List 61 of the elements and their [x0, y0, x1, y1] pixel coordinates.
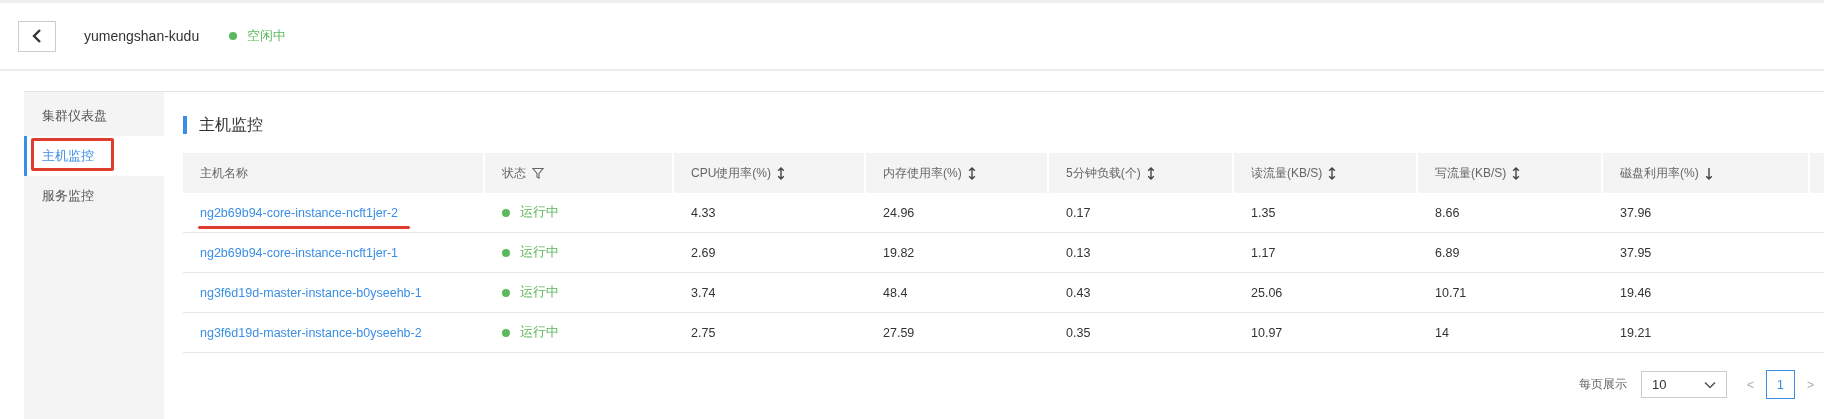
table-cell: 37.95	[1620, 245, 1652, 260]
cluster-name: yumengshan-kudu	[84, 28, 200, 44]
table-cell: 24.96	[883, 205, 915, 220]
column-header: 状态	[502, 164, 526, 182]
table-cell: 37.96	[1620, 205, 1652, 220]
table-cell: 10.71	[1435, 285, 1467, 300]
table-cell: 27.59	[883, 325, 915, 340]
status-label: 运行中	[520, 284, 559, 301]
sidebar-item[interactable]: 集群仪表盘	[24, 96, 164, 136]
table-cell: 1.17	[1251, 245, 1276, 260]
page-size-label: 每页展示	[1578, 376, 1627, 393]
filter-icon[interactable]	[532, 167, 544, 179]
column-header: 读流量(KB/S)	[1251, 164, 1323, 182]
table-cell: 8.66	[1435, 205, 1460, 220]
column-header: 写流量(KB/S)	[1435, 164, 1507, 182]
table-cell: 2.69	[691, 245, 716, 260]
column-header: 主机名称	[200, 164, 248, 182]
table-cell: 19.21	[1620, 325, 1652, 340]
sort-icon[interactable]	[1512, 166, 1521, 180]
status-label: 运行中	[520, 204, 559, 221]
table-cell: 14	[1435, 325, 1449, 340]
sort-icon[interactable]	[777, 166, 785, 180]
back-button[interactable]	[18, 20, 56, 52]
status-label: 运行中	[520, 244, 559, 261]
chevron-down-icon	[1703, 380, 1716, 389]
table-cell: 48.4	[883, 285, 908, 300]
table-cell: 1.35	[1251, 205, 1276, 220]
table-cell: 19.46	[1620, 285, 1652, 300]
previous-page-button[interactable]: <	[1742, 377, 1758, 392]
sidebar-item[interactable]: 主机监控	[24, 136, 164, 176]
table-cell: 0.17	[1066, 205, 1091, 220]
page-size-select[interactable]: 10	[1640, 371, 1727, 398]
sidebar-item[interactable]: 服务监控	[24, 176, 164, 216]
table-cell: 0.43	[1066, 285, 1091, 300]
table-cell: 3.74	[691, 285, 716, 300]
column-header: 内存使用率(%)	[883, 164, 962, 182]
sort-descending-icon[interactable]	[1704, 166, 1713, 180]
host-link[interactable]: ng3f6d19d-master-instance-b0yseehb-1	[200, 285, 422, 300]
table-cell: 10.97	[1251, 325, 1283, 340]
table-cell: 2.75	[691, 325, 716, 340]
table-cell: 4.33	[691, 205, 716, 220]
status-label: 运行中	[520, 324, 559, 341]
host-link[interactable]: ng2b69b94-core-instance-ncft1jer-2	[200, 205, 399, 220]
page-button[interactable]: 1	[1766, 370, 1795, 399]
sort-icon[interactable]	[1146, 166, 1155, 180]
table-cell: 6.89	[1435, 245, 1460, 260]
table-cell: 19.82	[883, 245, 915, 260]
column-header: 磁盘利用率(%)	[1620, 164, 1699, 182]
column-header: CPU使用率(%)	[691, 164, 771, 182]
status-label: 空闲中	[247, 27, 287, 45]
table-cell: 0.13	[1066, 245, 1091, 260]
sort-icon[interactable]	[967, 166, 976, 180]
next-page-button[interactable]: >	[1803, 377, 1818, 392]
table-cell: 25.06	[1251, 285, 1283, 300]
table-cell: 0.35	[1066, 325, 1091, 340]
chevron-left-icon	[31, 28, 43, 44]
column-header: 5分钟负载(个)	[1066, 164, 1141, 182]
section-title: 主机监控	[183, 116, 1824, 134]
host-link[interactable]: ng3f6d19d-master-instance-b0yseehb-2	[200, 325, 422, 340]
host-link[interactable]: ng2b69b94-core-instance-ncft1jer-1	[200, 245, 399, 260]
sort-icon[interactable]	[1328, 166, 1337, 180]
